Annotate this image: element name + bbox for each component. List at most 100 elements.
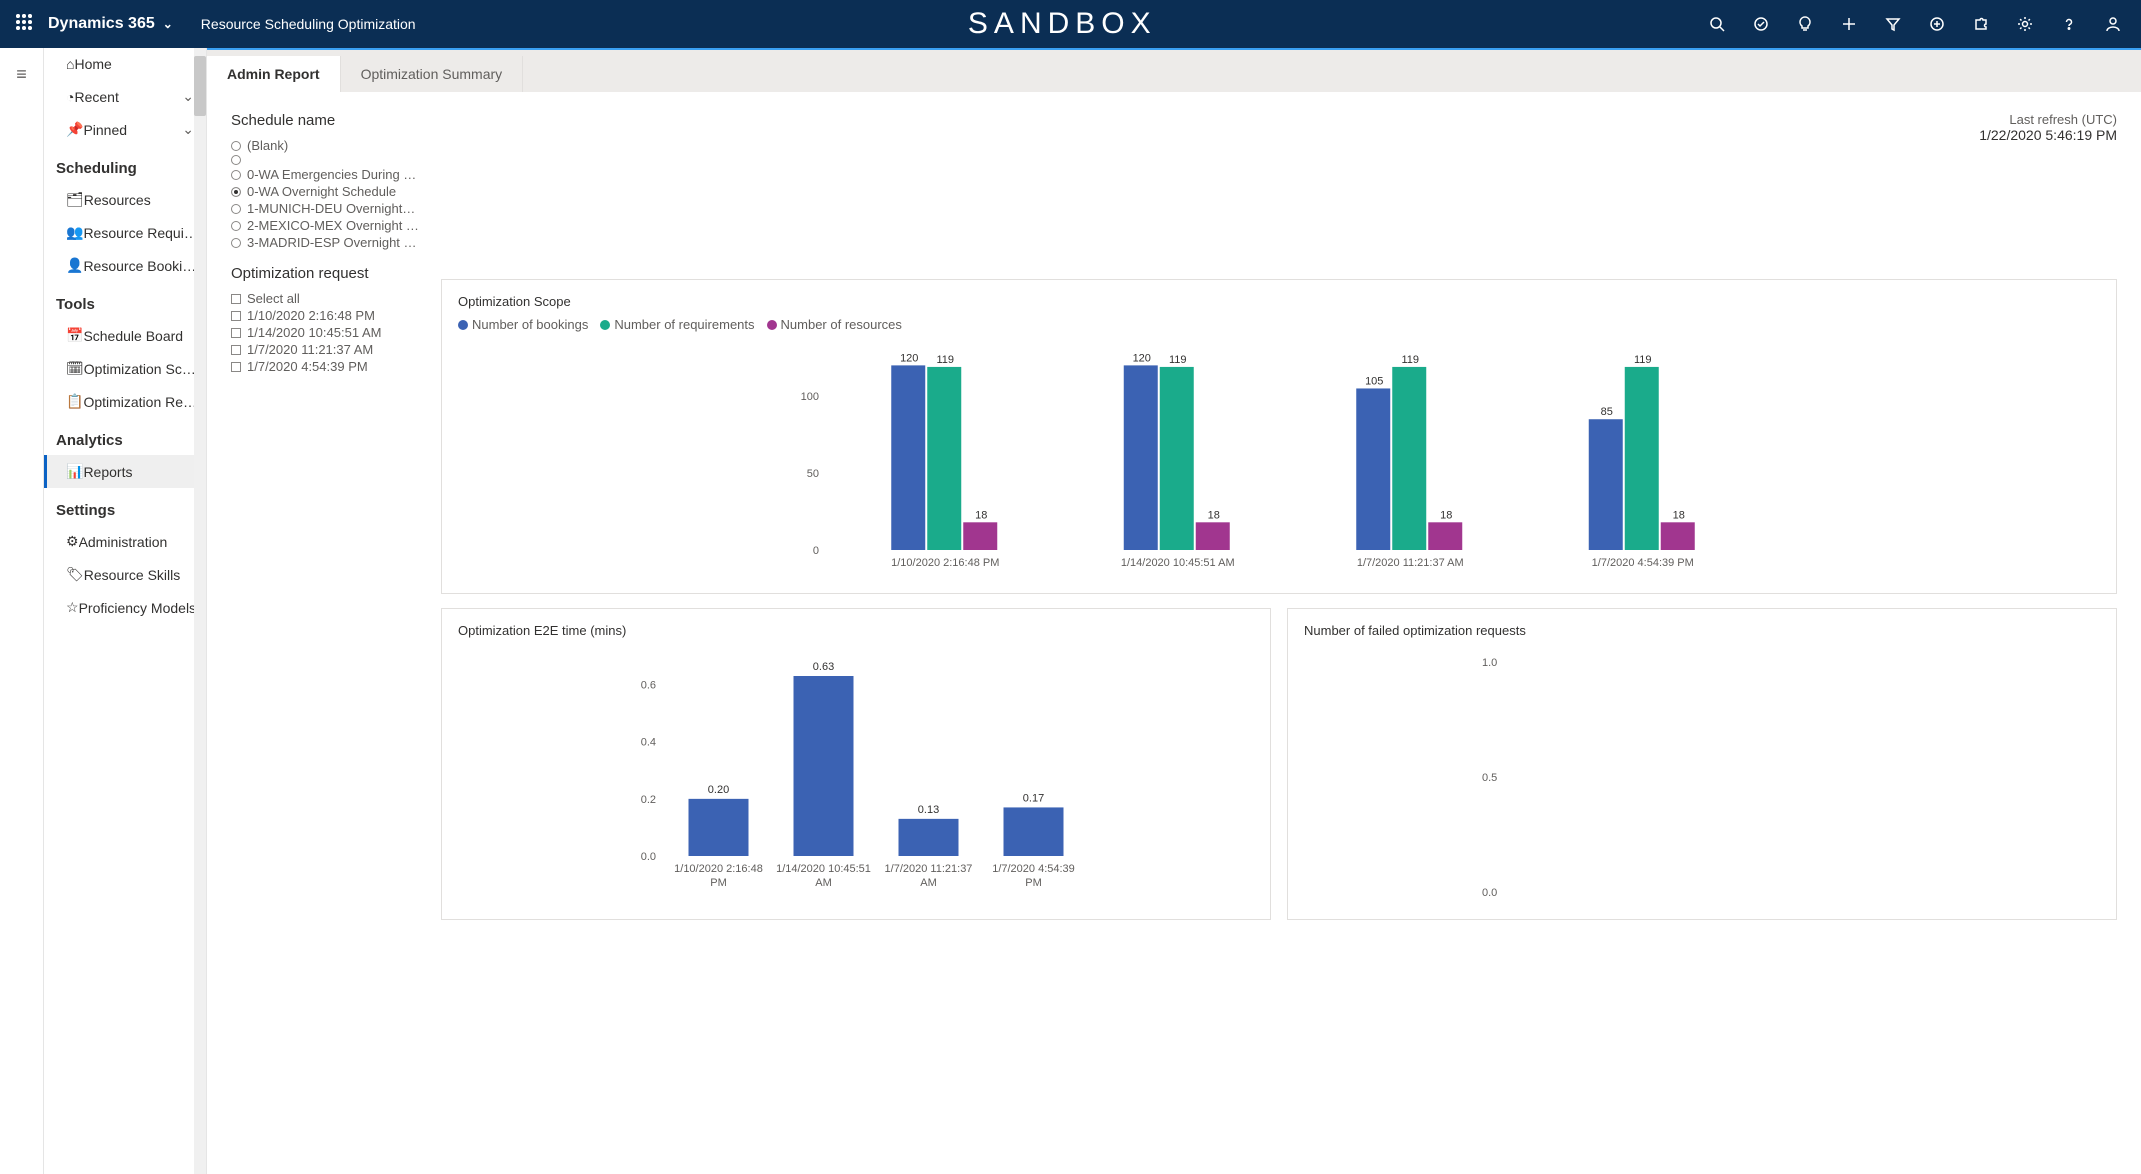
- svg-text:0.13: 0.13: [918, 804, 939, 816]
- filter-option-optreq[interactable]: 1/7/2020 4:54:39 PM: [231, 358, 431, 375]
- radio-icon: [231, 141, 241, 151]
- hamburger-icon[interactable]: ≡: [16, 64, 27, 1174]
- legend-dot-resources: [767, 320, 777, 330]
- filter-option-schedule[interactable]: (Blank): [231, 137, 431, 154]
- failed-chart: 1.0 0.5 0.0: [1304, 646, 2100, 906]
- sidebar-item-resource-bookings[interactable]: 👤Resource Bookings: [44, 249, 206, 282]
- svg-text:0.2: 0.2: [641, 794, 656, 806]
- tab-optimization-summary[interactable]: Optimization Summary: [341, 56, 524, 92]
- svg-text:0: 0: [813, 545, 819, 557]
- app-launcher-icon[interactable]: [8, 14, 40, 35]
- sidebar-item-schedule-board[interactable]: 📅Schedule Board: [44, 319, 206, 352]
- sidebar-item-optimization-requests[interactable]: 📋Optimization Req…: [44, 385, 206, 418]
- filter-option-schedule[interactable]: 3-MADRID-ESP Overnight …: [231, 234, 431, 251]
- sidebar-item-label: Proficiency Models: [79, 600, 197, 616]
- svg-text:105: 105: [1365, 375, 1383, 387]
- legend-dot-requirements: [600, 320, 610, 330]
- svg-text:1/7/2020 4:54:39 PM: 1/7/2020 4:54:39 PM: [1592, 557, 1694, 569]
- lightbulb-icon[interactable]: [1797, 16, 1813, 32]
- schedule-name-filter: Schedule name (Blank) 0-WA Emergencies Du…: [231, 112, 431, 375]
- sidebar-item-home[interactable]: ⌂Home: [44, 48, 206, 80]
- radio-icon: [231, 238, 241, 248]
- task-icon[interactable]: [1753, 16, 1769, 32]
- svg-text:18: 18: [1673, 509, 1685, 521]
- topbar: Dynamics 365 ⌄ Resource Scheduling Optim…: [0, 0, 2141, 48]
- clock-icon: ◔: [66, 89, 74, 105]
- user-icon[interactable]: [2105, 16, 2121, 32]
- help-icon[interactable]: [2061, 16, 2077, 32]
- sidebar-item-resource-requirements[interactable]: 👥Resource Require…: [44, 216, 206, 249]
- filter-title: Schedule name: [231, 112, 431, 129]
- sidebar-item-label: Home: [74, 56, 111, 72]
- svg-text:0.63: 0.63: [813, 661, 834, 673]
- bookings-icon: 👤: [66, 257, 83, 274]
- card-title: Optimization E2E time (mins): [458, 623, 1254, 638]
- tab-admin-report[interactable]: Admin Report: [207, 56, 341, 93]
- y-tick: 0.0: [1482, 887, 1497, 899]
- sidebar-item-reports[interactable]: 📊Reports: [44, 455, 206, 488]
- filter-option-optreq[interactable]: 1/10/2020 2:16:48 PM: [231, 307, 431, 324]
- skills-icon: 🏷: [66, 566, 84, 583]
- svg-text:85: 85: [1601, 406, 1613, 418]
- svg-text:50: 50: [807, 468, 819, 480]
- filter-icon[interactable]: [1885, 16, 1901, 32]
- filter-title: Optimization request: [231, 265, 431, 282]
- filter-option-schedule[interactable]: [231, 154, 431, 166]
- filter-option-schedule[interactable]: 2-MEXICO-MEX Overnight …: [231, 217, 431, 234]
- plus-icon[interactable]: [1841, 16, 1857, 32]
- add-circle-icon[interactable]: [1929, 16, 1945, 32]
- filter-option-schedule[interactable]: 1-MUNICH-DEU Overnight…: [231, 200, 431, 217]
- optimization-scope-card: Optimization Scope Number of bookings Nu…: [441, 279, 2117, 594]
- sidebar-item-proficiency-models[interactable]: ☆Proficiency Models: [44, 591, 206, 624]
- svg-text:0.6: 0.6: [641, 680, 656, 692]
- sidebar-item-label: Schedule Board: [83, 328, 183, 344]
- svg-text:119: 119: [936, 354, 954, 366]
- sidebar-item-resources[interactable]: 🗂Resources: [44, 183, 206, 216]
- checkbox-icon: [231, 345, 241, 355]
- scope-legend: Number of bookings Number of requirement…: [458, 317, 2100, 332]
- radio-icon: [231, 204, 241, 214]
- svg-text:120: 120: [900, 352, 918, 364]
- topbar-actions: [1709, 16, 2133, 32]
- search-icon[interactable]: [1709, 16, 1725, 32]
- puzzle-icon[interactable]: [1973, 16, 1989, 32]
- sidebar-scrollbar[interactable]: [194, 48, 206, 1174]
- refresh-timestamp: 1/22/2020 5:46:19 PM: [1979, 127, 2117, 143]
- svg-text:119: 119: [1634, 354, 1652, 366]
- radio-icon: [231, 170, 241, 180]
- checkbox-icon: [231, 294, 241, 304]
- filter-option-schedule[interactable]: 0-WA Emergencies During …: [231, 166, 431, 183]
- svg-text:18: 18: [1440, 509, 1452, 521]
- sidebar-item-optimization-schedules[interactable]: 🗓Optimization Sche…: [44, 352, 206, 385]
- y-tick: 1.0: [1482, 657, 1497, 669]
- sidebar-item-resource-skills[interactable]: 🏷Resource Skills: [44, 558, 206, 591]
- svg-text:1/7/2020 4:54:39: 1/7/2020 4:54:39: [992, 863, 1075, 875]
- filter-option-select-all[interactable]: Select all: [231, 290, 431, 307]
- filter-option-optreq[interactable]: 1/14/2020 10:45:51 AM: [231, 324, 431, 341]
- sidebar-item-pinned[interactable]: 📌Pinned⌄: [44, 113, 206, 146]
- svg-text:0.0: 0.0: [641, 851, 656, 863]
- filter-option-schedule[interactable]: 0-WA Overnight Schedule: [231, 183, 431, 200]
- brand-text: Dynamics 365: [48, 15, 155, 33]
- filter-option-label: 2-MEXICO-MEX Overnight …: [247, 218, 419, 233]
- brand-dropdown[interactable]: Dynamics 365 ⌄: [48, 15, 173, 33]
- filter-option-optreq[interactable]: 1/7/2020 11:21:37 AM: [231, 341, 431, 358]
- svg-text:1/14/2020 10:45:51: 1/14/2020 10:45:51: [776, 863, 871, 875]
- sidebar-item-administration[interactable]: ⚙Administration: [44, 525, 206, 558]
- people-icon: 👥: [66, 224, 83, 241]
- reports-icon: 📊: [66, 463, 83, 480]
- svg-text:1/14/2020 10:45:51 AM: 1/14/2020 10:45:51 AM: [1121, 557, 1235, 569]
- svg-text:119: 119: [1401, 354, 1419, 366]
- radio-icon: [231, 187, 241, 197]
- svg-text:0.4: 0.4: [641, 737, 656, 749]
- sidebar-item-recent[interactable]: ◔Recent⌄: [44, 80, 206, 113]
- sidebar-item-label: Optimization Req…: [83, 394, 198, 410]
- svg-text:18: 18: [1208, 509, 1220, 521]
- sidebar-item-label: Resource Require…: [83, 225, 198, 241]
- sidebar-section-settings: Settings: [44, 488, 206, 525]
- request-icon: 📋: [66, 393, 83, 410]
- sidebar-item-label: Reports: [83, 464, 132, 480]
- card-title: Optimization Scope: [458, 294, 2100, 309]
- svg-text:120: 120: [1133, 352, 1151, 364]
- gear-icon[interactable]: [2017, 16, 2033, 32]
